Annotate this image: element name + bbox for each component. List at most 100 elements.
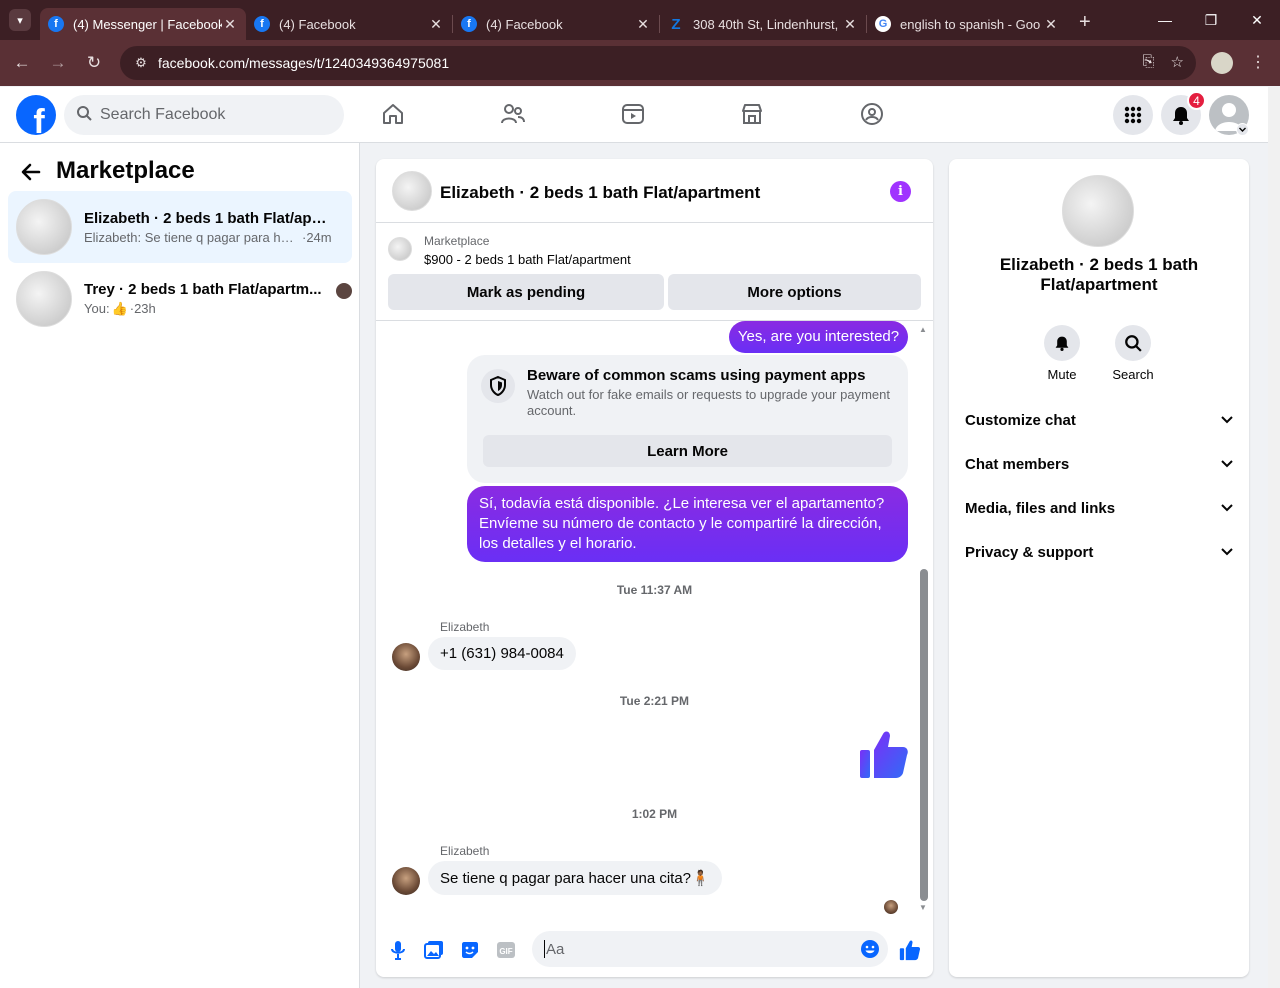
back-icon[interactable]: ← bbox=[4, 53, 40, 73]
site-settings-icon[interactable]: ⚙ bbox=[130, 55, 152, 71]
browser-tab-facebook-1[interactable]: f (4) Facebook ✕ bbox=[246, 8, 452, 40]
bell-icon bbox=[1173, 107, 1189, 125]
chat-members-section[interactable]: Chat members bbox=[965, 446, 1233, 482]
message-input[interactable]: Aa bbox=[532, 931, 888, 967]
browser-tab-zillow[interactable]: Z 308 40th St, Lindenhurst, ✕ bbox=[660, 8, 866, 40]
section-label: Customize chat bbox=[965, 411, 1076, 429]
marketplace-listing-bar: Marketplace $900 - 2 beds 1 bath Flat/ap… bbox=[376, 223, 933, 321]
message-bubble-outgoing[interactable]: Yes, are you interested? bbox=[729, 321, 908, 353]
marketplace-icon[interactable] bbox=[739, 101, 765, 127]
friends-icon[interactable] bbox=[500, 101, 526, 127]
chat-scrollbar[interactable] bbox=[920, 569, 928, 901]
minimize-button[interactable]: — bbox=[1142, 0, 1188, 40]
page-scrollbar[interactable] bbox=[1268, 87, 1280, 988]
chat-header: Elizabeth · 2 beds 1 bath Flat/apartment… bbox=[376, 159, 933, 223]
info-icon[interactable]: i bbox=[890, 181, 911, 202]
chevron-down-icon bbox=[1221, 416, 1233, 424]
search-placeholder: Search Facebook bbox=[100, 106, 226, 123]
timestamp: Tue 2:21 PM bbox=[619, 694, 690, 708]
thumbs-up-sticker-icon[interactable] bbox=[859, 728, 909, 785]
mute-button[interactable]: Mute bbox=[1032, 325, 1092, 382]
section-label: Media, files and links bbox=[965, 499, 1116, 517]
notification-badge: 4 bbox=[1187, 91, 1206, 110]
message-thread: Yes, are you interested? Beware of commo… bbox=[376, 321, 933, 915]
chat-title[interactable]: Elizabeth · 2 beds 1 bath Flat/apartment bbox=[440, 183, 760, 203]
photo-icon[interactable] bbox=[423, 939, 445, 961]
scroll-down-arrow-icon[interactable]: ▼ bbox=[919, 903, 927, 912]
microphone-icon[interactable] bbox=[387, 939, 409, 961]
sticker-icon[interactable] bbox=[459, 939, 481, 961]
chat-pane: Elizabeth · 2 beds 1 bath Flat/apartment… bbox=[376, 159, 933, 977]
details-title: Elizabeth · 2 beds 1 bath Flat/apartment bbox=[999, 255, 1199, 294]
url-bar[interactable]: ⚙ facebook.com/messages/t/12403493649750… bbox=[120, 46, 1196, 80]
message-bubble-incoming[interactable]: Se tiene q pagar para hacer una cita?🧍🏾 bbox=[428, 861, 722, 895]
contact-avatar[interactable] bbox=[392, 643, 420, 671]
conversation-item-elizabeth[interactable]: Elizabeth · 2 beds 1 bath Flat/apart... … bbox=[8, 191, 352, 263]
install-app-icon[interactable]: ⎘ bbox=[1143, 53, 1155, 71]
sender-name: Elizabeth bbox=[440, 844, 490, 858]
grid-icon bbox=[1124, 106, 1142, 124]
gif-icon[interactable]: GIF bbox=[495, 939, 517, 961]
tab-search-button[interactable]: ▾ bbox=[9, 9, 31, 31]
media-files-links-section[interactable]: Media, files and links bbox=[965, 490, 1233, 526]
message-bubble-incoming[interactable]: +1 (631) 984-0084 bbox=[428, 637, 576, 670]
search-in-conversation-button[interactable]: Search bbox=[1103, 325, 1163, 382]
emoji-icon[interactable] bbox=[860, 939, 880, 963]
tab-title: (4) Facebook bbox=[279, 16, 356, 32]
mark-as-pending-button[interactable]: Mark as pending bbox=[388, 274, 664, 310]
bookmark-star-icon[interactable]: ☆ bbox=[1171, 53, 1184, 71]
browser-tab-messenger[interactable]: f (4) Messenger | Facebook ✕ bbox=[40, 8, 246, 40]
thumbs-up-send-icon[interactable] bbox=[899, 939, 921, 961]
learn-more-button[interactable]: Learn More bbox=[483, 435, 892, 467]
section-label: Privacy & support bbox=[965, 543, 1094, 561]
listing-thumbnail[interactable] bbox=[388, 237, 412, 261]
forward-icon[interactable]: → bbox=[40, 53, 76, 73]
gaming-icon[interactable] bbox=[859, 101, 885, 127]
scam-warning-card: Beware of common scams using payment app… bbox=[467, 355, 908, 483]
restore-button[interactable]: ❐ bbox=[1188, 0, 1234, 40]
close-tab-icon[interactable]: ✕ bbox=[428, 16, 444, 33]
conversation-snippet: Elizabeth: Se tiene q pagar para hac... bbox=[84, 229, 299, 245]
account-chevron-icon[interactable] bbox=[1236, 123, 1249, 136]
shield-icon bbox=[481, 369, 515, 403]
conversation-time: ·23h bbox=[129, 301, 156, 316]
conversation-item-trey[interactable]: Trey · 2 beds 1 bath Flat/apartm... You:… bbox=[8, 263, 352, 335]
chevron-down-icon bbox=[1221, 548, 1233, 556]
listing-thumbnail bbox=[16, 271, 72, 327]
listing-title[interactable]: $900 - 2 beds 1 bath Flat/apartment bbox=[424, 252, 631, 267]
message-bubble-outgoing[interactable]: Sí, todavía está disponible. ¿Le interes… bbox=[467, 486, 908, 562]
video-icon[interactable] bbox=[620, 101, 646, 127]
tab-title: (4) Messenger | Facebook bbox=[73, 16, 222, 32]
contact-avatar[interactable] bbox=[392, 867, 420, 895]
facebook-search-input[interactable]: Search Facebook bbox=[64, 95, 344, 135]
back-arrow-icon[interactable] bbox=[20, 161, 42, 189]
search-icon bbox=[76, 105, 92, 125]
close-tab-icon[interactable]: ✕ bbox=[1043, 16, 1059, 33]
close-window-button[interactable]: ✕ bbox=[1234, 0, 1280, 40]
menu-grid-button[interactable] bbox=[1113, 95, 1153, 135]
browser-tab-facebook-2[interactable]: f (4) Facebook ✕ bbox=[453, 8, 659, 40]
reload-icon[interactable]: ↻ bbox=[76, 53, 112, 73]
facebook-logo-icon[interactable]: f bbox=[16, 95, 56, 135]
browser-profile-avatar[interactable] bbox=[1211, 52, 1233, 74]
warning-title: Beware of common scams using payment app… bbox=[527, 367, 866, 384]
chat-avatar[interactable] bbox=[392, 171, 432, 211]
privacy-support-section[interactable]: Privacy & support bbox=[965, 534, 1233, 570]
close-tab-icon[interactable]: ✕ bbox=[635, 16, 651, 33]
tab-title: 308 40th St, Lindenhurst, bbox=[693, 16, 839, 32]
more-options-button[interactable]: More options bbox=[668, 274, 921, 310]
scroll-up-arrow-icon[interactable]: ▲ bbox=[919, 325, 927, 334]
tab-title: english to spanish - Goo bbox=[900, 16, 1041, 32]
details-avatar[interactable] bbox=[1062, 175, 1134, 247]
section-label: Chat members bbox=[965, 455, 1070, 473]
customize-chat-section[interactable]: Customize chat bbox=[965, 402, 1233, 438]
seen-avatar bbox=[336, 283, 352, 299]
new-tab-button[interactable]: + bbox=[1079, 11, 1091, 34]
read-receipt-avatar bbox=[884, 900, 898, 914]
address-bar-row: ← → ↻ ⚙ facebook.com/messages/t/12403493… bbox=[0, 40, 1280, 86]
close-tab-icon[interactable]: ✕ bbox=[222, 16, 238, 33]
browser-tab-google[interactable]: G english to spanish - Goo ✕ bbox=[867, 8, 1067, 40]
close-tab-icon[interactable]: ✕ bbox=[842, 16, 858, 33]
browser-menu-icon[interactable]: ⋮ bbox=[1250, 52, 1266, 72]
home-icon[interactable] bbox=[380, 101, 406, 127]
